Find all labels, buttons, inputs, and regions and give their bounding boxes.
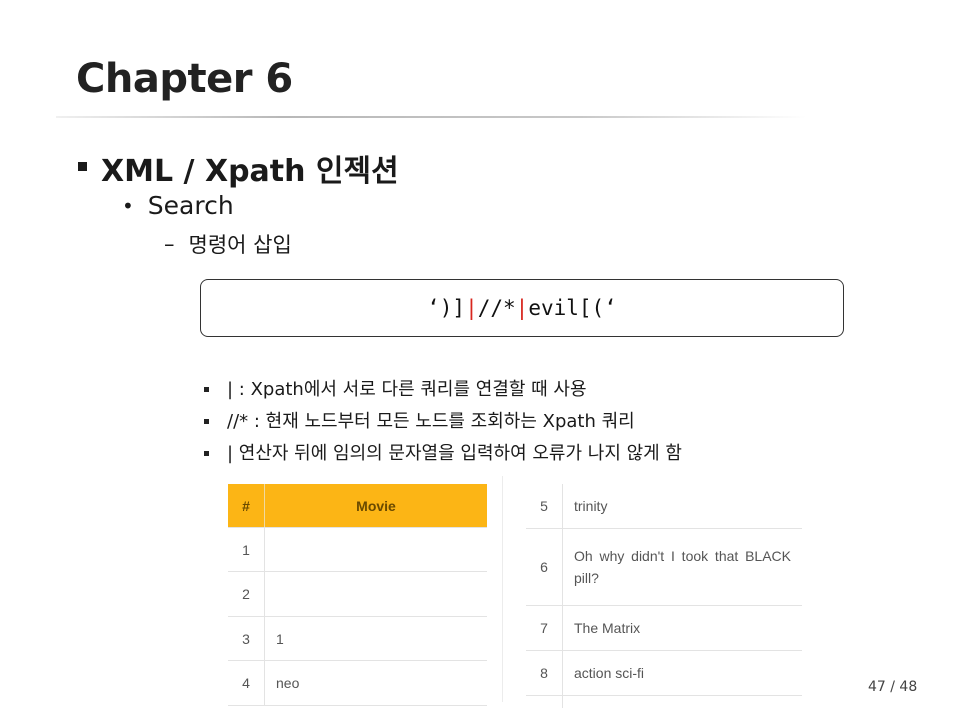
table-cell-number: 5 xyxy=(526,484,563,528)
table-row: 4 neo xyxy=(228,661,487,706)
list-item: //* : 현재 노드부터 모든 노드를 조회하는 Xpath 쿼리 xyxy=(204,404,682,436)
table-cell-movie: trinity xyxy=(574,498,608,514)
payload-pipe-1: | xyxy=(465,296,478,320)
table-cell-movie xyxy=(265,528,487,571)
table-cell-number: 7 xyxy=(526,606,563,650)
payload-part-3: evil[(‘ xyxy=(528,296,617,320)
table-cell-movie: Oh why didn't I took that BLACK pill? xyxy=(563,529,802,605)
table-cell-number: 1 xyxy=(228,528,265,571)
table-row: 2 xyxy=(228,572,487,617)
payload-pipe-2: | xyxy=(515,296,529,320)
list-item-text: //* : 현재 노드부터 모든 노드를 조회하는 Xpath 쿼리 xyxy=(227,411,635,432)
table-cell-movie: neo xyxy=(276,675,300,691)
dash-bullet-icon: – xyxy=(164,232,175,256)
dot-bullet-icon: • xyxy=(122,193,134,218)
subsub-text: 명령어 삽입 xyxy=(188,233,292,257)
heading-text: XML / Xpath 인젝션 xyxy=(101,154,399,189)
table-cell-number xyxy=(526,696,563,708)
movie-table-right: 5 trinity 6 Oh why didn't I took that BL… xyxy=(526,484,802,708)
list-item-text: | : Xpath에서 서로 다른 쿼리를 연결할 때 사용 xyxy=(227,379,587,400)
heading-bullet: XML / Xpath 인젝션 xyxy=(78,146,399,190)
table-row: 3 1 xyxy=(228,617,487,661)
title-divider xyxy=(56,116,806,118)
table-cell-movie xyxy=(563,696,802,708)
list-item-text: | 연산자 뒤에 임의의 문자열을 입력하여 오류가 나지 않게 함 xyxy=(227,443,682,464)
square-bullet-icon xyxy=(78,161,87,171)
table-cell-number: 6 xyxy=(526,529,563,605)
header-cell-movie: Movie xyxy=(356,497,396,514)
table-cell-number: 2 xyxy=(228,572,265,616)
table-cell-movie: action sci-fi xyxy=(574,665,645,681)
table-row: 5 trinity xyxy=(526,484,802,529)
slide-title: Chapter 6 xyxy=(76,56,293,102)
list-item: | : Xpath에서 서로 다른 쿼리를 연결할 때 사용 xyxy=(204,372,682,404)
header-cell-number: # xyxy=(228,484,265,527)
subsub-bullet: – 명령어 삽입 xyxy=(164,229,292,259)
table-cell-number: 8 xyxy=(526,651,563,695)
table-row: 6 Oh why didn't I took that BLACK pill? xyxy=(526,529,802,606)
payload-part-2: //* xyxy=(477,296,516,320)
square-bullet-icon xyxy=(204,450,209,456)
table-cell-number: 3 xyxy=(228,617,265,660)
payload-box: ‘)] |//* | evil[(‘ xyxy=(200,279,844,337)
list-item: | 연산자 뒤에 임의의 문자열을 입력하여 오류가 나지 않게 함 xyxy=(204,436,682,468)
table-row: 1 xyxy=(228,528,487,572)
table-cell-movie: The Matrix xyxy=(574,620,641,636)
table-header: # Movie xyxy=(228,484,487,528)
movie-table-left: # Movie 1 2 3 1 4 neo xyxy=(228,484,487,706)
sub-bullet: • Search xyxy=(122,191,234,220)
table-row: 7 The Matrix xyxy=(526,606,802,651)
sub-text: Search xyxy=(147,191,234,220)
table-cell-movie xyxy=(265,572,487,616)
screenshot-border xyxy=(502,476,503,702)
explanation-list: | : Xpath에서 서로 다른 쿼리를 연결할 때 사용 //* : 현재 … xyxy=(204,372,682,468)
table-row-partial xyxy=(526,696,802,708)
payload-part-1: ‘)] xyxy=(427,296,466,320)
table-cell-text: Oh why didn't I took that BLACK pill? xyxy=(574,548,791,586)
square-bullet-icon xyxy=(204,418,209,424)
table-cell-movie: 1 xyxy=(276,630,284,647)
page-number: 47 / 48 xyxy=(868,679,918,695)
table-cell-number: 4 xyxy=(228,661,265,705)
table-row: 8 action sci-fi xyxy=(526,651,802,696)
square-bullet-icon xyxy=(204,386,209,392)
